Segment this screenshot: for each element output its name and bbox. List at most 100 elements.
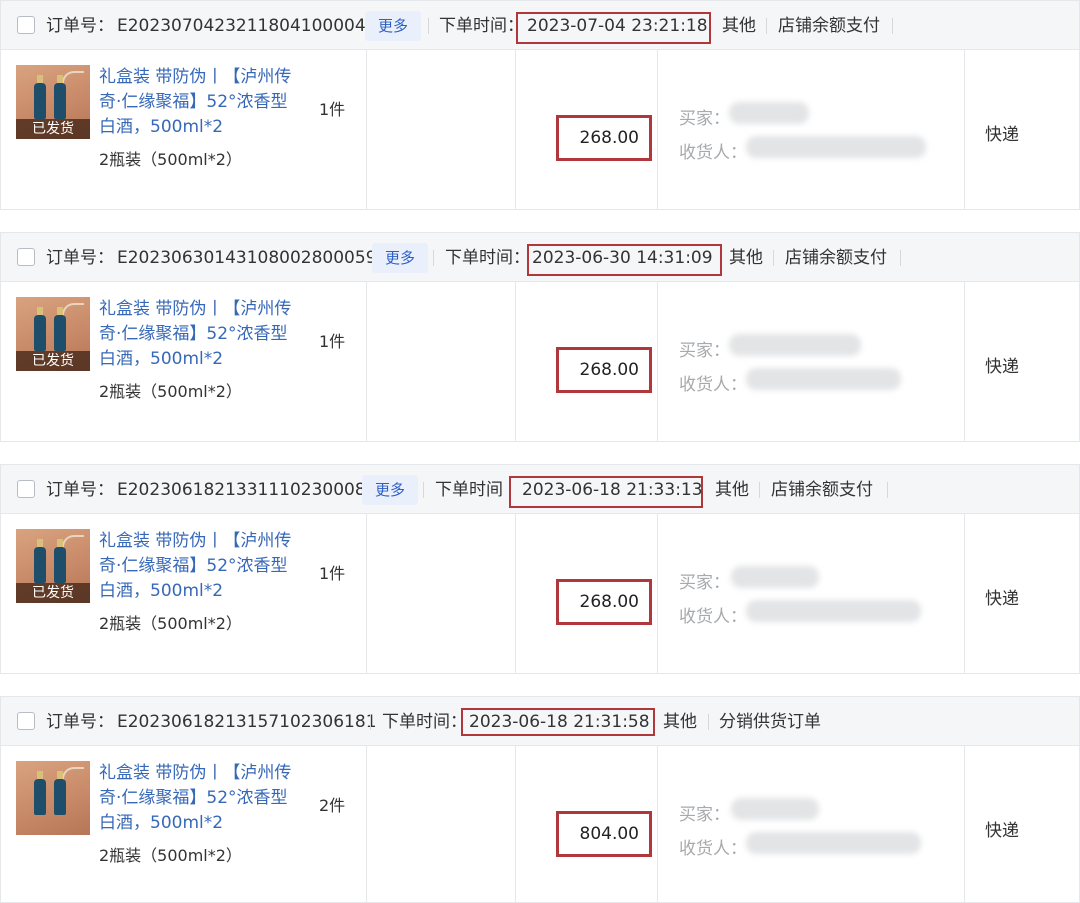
payment-tag: 店铺余额支付 [778,16,880,36]
order-tag: 其他 [722,16,756,36]
bottle-icon [54,83,66,119]
product-spec: 2瓶装（500ml*2） [99,846,242,865]
product-spec: 2瓶装（500ml*2） [99,150,242,169]
bottle-icon [34,83,46,119]
buyer-redacted [731,566,819,588]
column-divider [964,50,965,210]
quantity: 2件 [319,796,346,815]
order-time: 2023-06-18 21:33:13 [522,480,703,500]
product-spec: 2瓶装（500ml*2） [99,614,242,633]
order-no-label: 订单号： [46,248,114,268]
payment-tag: 店铺余额支付 [785,248,887,268]
column-divider [515,50,516,210]
order-tag: 其他 [663,712,697,732]
order-checkbox[interactable] [17,480,35,498]
receiver-label: 收货人： [679,839,747,859]
order-amount: 804.00 [556,811,652,857]
product-thumbnail[interactable]: 已发货 [16,65,90,139]
divider [428,18,429,34]
column-divider [657,50,658,210]
bottle-icon [54,779,66,815]
receiver-redacted [746,600,921,622]
cap-icon [57,771,63,779]
product-title-link[interactable]: 礼盒装 带防伪丨【泸州传奇·仁缘聚福】52°浓香型白酒，500ml*2 [99,529,299,604]
product-thumbnail[interactable]: 已发货 [16,529,90,603]
divider [766,18,767,34]
shipped-badge: 已发货 [16,119,90,139]
cap-icon [57,307,63,315]
quantity: 1件 [319,564,346,583]
divider [900,250,901,266]
column-divider [657,514,658,674]
cap-icon [57,75,63,83]
product-title-link[interactable]: 礼盒装 带防伪丨【泸州传奇·仁缘聚福】52°浓香型白酒，500ml*2 [99,761,299,836]
order-tag: 其他 [715,480,749,500]
receiver-redacted [746,832,921,854]
order-tag: 其他 [729,248,763,268]
order-header: 订单号： E20230618213157102306181 下单时间： 2023… [0,696,1080,746]
order-time: 2023-06-18 21:31:58 [469,712,650,732]
column-divider [964,282,965,442]
order-body: 礼盒装 带防伪丨【泸州传奇·仁缘聚福】52°浓香型白酒，500ml*2 2瓶装（… [0,746,1080,903]
column-divider [964,746,965,903]
shipping-method: 快递 [985,125,1019,145]
divider [423,482,424,498]
order-amount: 268.00 [556,579,652,625]
order-number: E20230618213311102300087 [117,480,377,500]
buyer-label: 买家： [679,805,730,825]
quantity: 1件 [319,332,346,351]
order-checkbox[interactable] [17,248,35,266]
order-body: 已发货 礼盒装 带防伪丨【泸州传奇·仁缘聚福】52°浓香型白酒，500ml*2 … [0,282,1080,442]
receiver-label: 收货人： [679,607,747,627]
order-header: 订单号： E20230704232118041000047 更多 下单时间： 2… [0,0,1080,50]
column-divider [515,746,516,903]
bottle-icon [34,315,46,351]
column-divider [515,282,516,442]
buyer-label: 买家： [679,573,730,593]
buyer-redacted [731,798,819,820]
cap-icon [37,771,43,779]
column-divider [366,50,367,210]
more-button[interactable]: 更多 [365,11,421,41]
order-checkbox[interactable] [17,16,35,34]
cap-icon [37,539,43,547]
bottle-icon [54,315,66,351]
product-thumbnail[interactable] [16,761,90,835]
product-spec: 2瓶装（500ml*2） [99,382,242,401]
buyer-label: 买家： [679,109,730,129]
order-time-label: 下单时间 [435,480,503,500]
order-header: 订单号： E20230618213311102300087 更多 下单时间 20… [0,464,1080,514]
order-time-label: 下单时间： [439,16,524,36]
column-divider [366,746,367,903]
column-divider [964,514,965,674]
bottle-icon [34,547,46,583]
more-button[interactable]: 更多 [372,243,428,273]
receiver-redacted [746,136,926,158]
shipped-badge: 已发货 [16,583,90,603]
more-button[interactable]: 更多 [362,475,418,505]
divider [892,18,893,34]
order-time-label: 下单时间： [445,248,530,268]
column-divider [515,514,516,674]
cap-icon [37,75,43,83]
divider [433,250,434,266]
payment-tag: 店铺余额支付 [771,480,873,500]
payment-tag: 分销供货订单 [719,712,821,732]
product-title-link[interactable]: 礼盒装 带防伪丨【泸州传奇·仁缘聚福】52°浓香型白酒，500ml*2 [99,65,299,140]
receiver-redacted [746,368,901,390]
column-divider [366,514,367,674]
order-body: 已发货 礼盒装 带防伪丨【泸州传奇·仁缘聚福】52°浓香型白酒，500ml*2 … [0,50,1080,210]
order-time: 2023-06-30 14:31:09 [532,248,713,268]
buyer-redacted [729,102,809,124]
receiver-label: 收货人： [679,143,747,163]
product-thumbnail[interactable]: 已发货 [16,297,90,371]
order-checkbox[interactable] [17,712,35,730]
order-number: E20230704232118041000047 [117,16,377,36]
order-amount: 268.00 [556,115,652,161]
shipping-method: 快递 [985,357,1019,377]
divider [708,714,709,730]
product-title-link[interactable]: 礼盒装 带防伪丨【泸州传奇·仁缘聚福】52°浓香型白酒，500ml*2 [99,297,299,372]
order-no-label: 订单号： [46,480,114,500]
order-number: E20230630143108002800059 [117,248,377,268]
order-header: 订单号： E20230630143108002800059 更多 下单时间： 2… [0,232,1080,282]
